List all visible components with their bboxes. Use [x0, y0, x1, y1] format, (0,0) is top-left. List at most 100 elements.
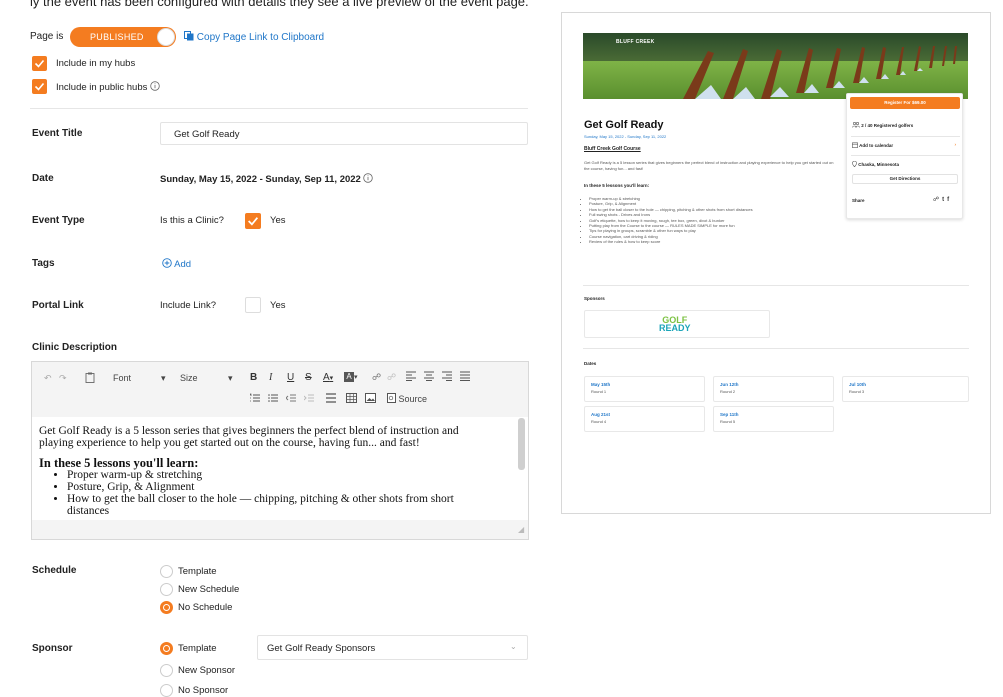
- sponsor-card[interactable]: GOLF READY: [584, 310, 770, 338]
- date-picker[interactable]: Sunday, May 15, 2022 - Sunday, Sep 11, 2…: [160, 173, 374, 185]
- bold-icon[interactable]: B: [250, 372, 257, 383]
- sponsor-select[interactable]: Get Golf Ready Sponsors ⌄: [257, 635, 528, 660]
- info-icon[interactable]: [150, 81, 160, 91]
- indent-icon[interactable]: [303, 393, 314, 405]
- date-label: Date: [32, 173, 54, 184]
- event-title-input[interactable]: Get Golf Ready: [160, 122, 528, 145]
- chevron-down-icon: ▾: [228, 373, 233, 383]
- check-icon: [248, 217, 259, 226]
- list-item: Review of the rules & how to keep score: [589, 239, 839, 244]
- editor-bullet: Proper warm-up & stretching: [67, 469, 488, 481]
- strikethrough-icon[interactable]: S: [305, 372, 312, 383]
- tags-label: Tags: [32, 258, 55, 269]
- sponsor-radio-new[interactable]: [160, 664, 173, 677]
- location-label: Chaska, Minnesota: [858, 162, 900, 167]
- chevron-down-icon: ⌄: [510, 642, 517, 651]
- clinic-description-label: Clinic Description: [32, 342, 118, 353]
- share-label: Share: [852, 198, 865, 203]
- bg-color-icon[interactable]: A ▾: [344, 371, 358, 382]
- date-card-round: Round 4: [591, 419, 607, 424]
- copy-link-button[interactable]: Copy Page Link to Clipboard: [184, 31, 324, 43]
- location-row: Chaska, Minnesota: [852, 160, 900, 168]
- unlink-icon[interactable]: ☍: [387, 372, 396, 383]
- schedule-label: Schedule: [32, 565, 77, 576]
- date-card: May 15th Round 1: [584, 376, 705, 402]
- sponsor-select-value: Get Golf Ready Sponsors: [267, 643, 376, 654]
- source-label: Source: [398, 394, 428, 404]
- divider: [30, 108, 528, 109]
- bullet-list-icon[interactable]: [268, 393, 278, 405]
- event-type-label: Event Type: [32, 215, 85, 226]
- schedule-option-new: New Schedule: [178, 584, 240, 595]
- date-card-round: Round 3: [849, 389, 865, 394]
- image-icon[interactable]: [365, 393, 376, 405]
- text-color-icon[interactable]: A▾: [323, 372, 333, 383]
- date-card: Jun 12th Round 2: [713, 376, 834, 402]
- facebook-icon[interactable]: f: [947, 197, 952, 203]
- align-right-icon[interactable]: [442, 371, 452, 383]
- published-toggle[interactable]: PUBLISHED: [70, 27, 176, 47]
- clinic-yes-label: Yes: [270, 215, 286, 226]
- date-card-date: May 15th: [591, 382, 611, 387]
- preview-learn-heading: In these 5 lessons you'll learn:: [584, 183, 650, 188]
- schedule-radio-template[interactable]: [160, 565, 173, 578]
- font-dropdown[interactable]: Font ▾: [113, 373, 166, 383]
- source-button[interactable]: Source: [387, 393, 427, 404]
- schedule-radio-new[interactable]: [160, 583, 173, 596]
- outdent-icon[interactable]: [285, 393, 296, 405]
- divider: [851, 136, 960, 137]
- editor-content[interactable]: Get Golf Ready is a 5 lesson series that…: [32, 417, 528, 520]
- include-public-hubs-label: Include in public hubs: [56, 82, 148, 93]
- date-card-date: Sep 11th: [720, 412, 739, 417]
- undo-icon[interactable]: ↶: [44, 373, 52, 384]
- add-tag-button[interactable]: Add: [162, 258, 191, 270]
- resize-handle-icon[interactable]: ◢: [518, 525, 524, 534]
- size-dropdown[interactable]: Size ▾: [180, 373, 233, 383]
- preview-course-link[interactable]: Bluff Creek Golf Course: [584, 146, 641, 152]
- page-is-label: Page is: [30, 31, 64, 42]
- numbered-list-icon[interactable]: [250, 393, 260, 405]
- align-center-icon[interactable]: [424, 371, 434, 383]
- link-icon[interactable]: ☍: [933, 197, 942, 203]
- clinic-checkbox[interactable]: [245, 213, 261, 229]
- underline-icon[interactable]: U: [287, 372, 294, 383]
- preview-learn-list: Proper warm-up & stretching Posture, Gri…: [589, 196, 839, 245]
- registered-row: 2 / 40 Registered golfers: [852, 121, 913, 128]
- align-left-icon[interactable]: [406, 371, 416, 383]
- include-my-hubs-label: Include in my hubs: [56, 58, 136, 69]
- redo-icon[interactable]: ↷: [59, 373, 67, 384]
- add-to-calendar-row[interactable]: Add to calendar ›: [852, 142, 958, 148]
- sponsor-option-none: No Sponsor: [178, 685, 229, 696]
- portal-yes-label: Yes: [270, 300, 286, 311]
- sponsor-radio-none[interactable]: [160, 684, 173, 697]
- schedule-radio-none[interactable]: [160, 601, 173, 614]
- editor-bullet: Posture, Grip, & Alignment: [67, 481, 488, 493]
- check-icon: [34, 59, 45, 68]
- justify-icon[interactable]: [460, 371, 470, 383]
- preview-date: Sunday, May 15, 2022 - Sunday, Sep 11, 2…: [584, 134, 667, 139]
- calendar-icon: [852, 142, 858, 148]
- include-public-hubs-checkbox[interactable]: [32, 79, 47, 94]
- hero-image: BLUFF CREEK: [583, 33, 968, 99]
- sponsor-radio-template[interactable]: [160, 642, 173, 655]
- horizontal-rule-icon[interactable]: [326, 393, 336, 405]
- italic-icon[interactable]: I: [269, 372, 272, 383]
- date-card: Aug 21st Round 4: [584, 406, 705, 432]
- schedule-option-template: Template: [178, 566, 217, 577]
- editor-scrollbar[interactable]: [518, 418, 525, 470]
- register-button[interactable]: Register For $69.00: [850, 97, 960, 109]
- register-card: Register For $69.00 2 / 40 Registered go…: [846, 93, 963, 219]
- editor-paragraph: Get Golf Ready is a 5 lesson series that…: [39, 425, 459, 449]
- date-card-round: Round 2: [720, 389, 736, 394]
- size-label: Size: [180, 373, 198, 383]
- portal-link-checkbox[interactable]: [245, 297, 261, 313]
- link-icon[interactable]: ☍: [372, 372, 381, 383]
- table-icon[interactable]: [346, 393, 357, 405]
- users-icon: [852, 121, 860, 128]
- paste-icon[interactable]: [85, 372, 95, 385]
- include-my-hubs-checkbox[interactable]: [32, 56, 47, 71]
- info-icon: [363, 173, 374, 183]
- chevron-down-icon: ▾: [161, 373, 166, 383]
- check-icon: [34, 82, 45, 91]
- get-directions-button[interactable]: Get Directions: [852, 174, 958, 184]
